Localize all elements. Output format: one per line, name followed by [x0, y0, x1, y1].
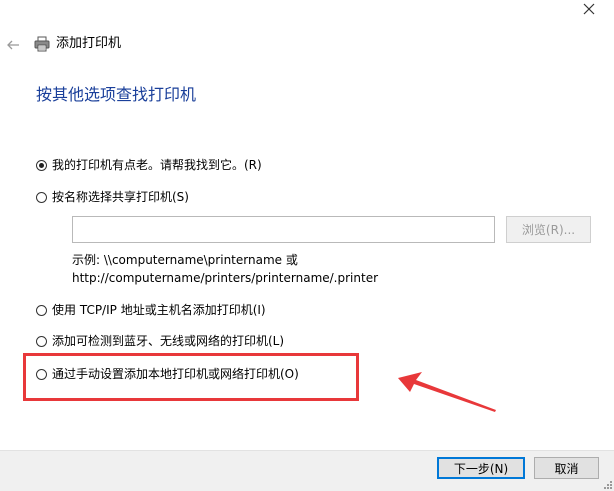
window-title: 添加打印机	[56, 36, 122, 51]
close-icon[interactable]	[582, 2, 596, 16]
annotation-highlight-box	[23, 353, 359, 401]
radio-button-selected[interactable]	[36, 159, 47, 171]
cancel-button[interactable]: 取消	[534, 457, 599, 479]
option-bluetooth-wireless[interactable]: 添加可检测到蓝牙、无线或网络的打印机(L)	[36, 333, 284, 349]
option-label: 我的打印机有点老。请帮我找到它。(R)	[52, 158, 262, 172]
radio-button[interactable]	[36, 191, 47, 203]
option-label: 使用 TCP/IP 地址或主机名添加打印机(I)	[52, 303, 266, 317]
example-text-line2: http://computername/printers/printername…	[72, 271, 379, 285]
radio-button[interactable]	[36, 335, 47, 347]
shared-printer-name-input[interactable]	[72, 216, 495, 243]
option-label: 添加可检测到蓝牙、无线或网络的打印机(L)	[52, 334, 285, 348]
option-old-printer[interactable]: 我的打印机有点老。请帮我找到它。(R)	[36, 157, 262, 173]
page-heading: 按其他选项查找打印机	[36, 85, 197, 104]
back-arrow-icon[interactable]	[6, 38, 20, 52]
option-label: 按名称选择共享打印机(S)	[52, 190, 189, 204]
resize-grip-icon[interactable]	[603, 480, 613, 490]
next-button[interactable]: 下一步(N)	[437, 457, 525, 479]
option-tcpip[interactable]: 使用 TCP/IP 地址或主机名添加打印机(I)	[36, 302, 266, 318]
radio-button[interactable]	[36, 304, 47, 316]
annotation-arrow-icon	[398, 372, 496, 412]
option-shared-by-name[interactable]: 按名称选择共享打印机(S)	[36, 189, 189, 205]
example-text-line1: 示例: \\computername\printername 或	[72, 253, 298, 267]
browse-button[interactable]: 浏览(R)...	[506, 216, 591, 243]
printer-icon	[34, 36, 50, 52]
